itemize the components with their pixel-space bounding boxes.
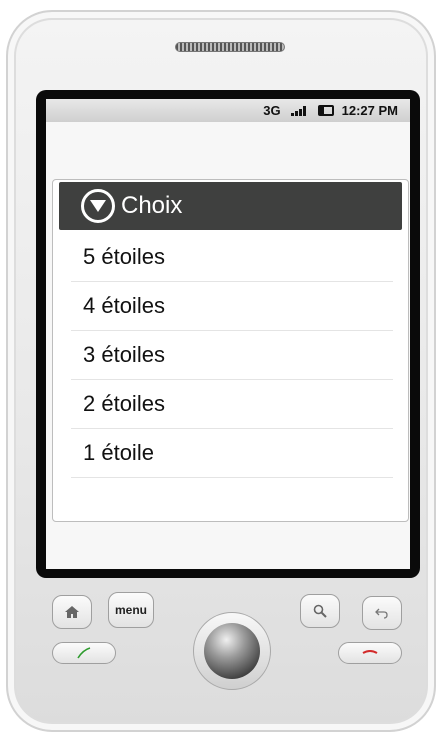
search-icon: [313, 604, 327, 618]
option-label: 5 étoiles: [83, 244, 165, 269]
speaker-grille: [175, 42, 285, 52]
screen: 3G 12:27 PM Choix 5 étoiles 4 étoiles 3 …: [46, 99, 410, 569]
option-2-stars[interactable]: 2 étoiles: [71, 380, 393, 429]
trackball[interactable]: [204, 623, 260, 679]
back-arrow-icon: [375, 608, 388, 619]
option-1-star[interactable]: 1 étoile: [71, 429, 393, 478]
back-button[interactable]: [362, 596, 402, 630]
call-button[interactable]: [52, 642, 116, 664]
menu-label: menu: [114, 603, 147, 617]
option-label: 4 étoiles: [83, 293, 165, 318]
home-button[interactable]: [52, 595, 92, 629]
option-4-stars[interactable]: 4 étoiles: [71, 282, 393, 331]
option-label: 2 étoiles: [83, 391, 165, 416]
home-icon: [65, 606, 79, 618]
status-time: 12:27 PM: [341, 103, 398, 118]
search-button[interactable]: [300, 594, 340, 628]
option-label: 3 étoiles: [83, 342, 165, 367]
call-icon: [77, 647, 91, 659]
network-type: 3G: [263, 103, 281, 118]
circle-down-arrow-icon: [81, 189, 115, 223]
status-bar: 3G 12:27 PM: [46, 99, 410, 122]
menu-button[interactable]: menu: [108, 592, 154, 628]
option-5-stars[interactable]: 5 étoiles: [71, 233, 393, 282]
dialog-title: Choix: [121, 192, 183, 219]
end-call-button[interactable]: [338, 642, 402, 664]
signal-icon: [290, 105, 306, 116]
battery-icon: [317, 105, 334, 116]
end-call-icon: [362, 650, 378, 654]
option-3-stars[interactable]: 3 étoiles: [71, 331, 393, 380]
choice-dialog: Choix 5 étoiles 4 étoiles 3 étoiles 2 ét…: [52, 179, 409, 522]
option-label: 1 étoile: [83, 440, 154, 465]
dialog-title-bar: Choix: [59, 182, 402, 230]
